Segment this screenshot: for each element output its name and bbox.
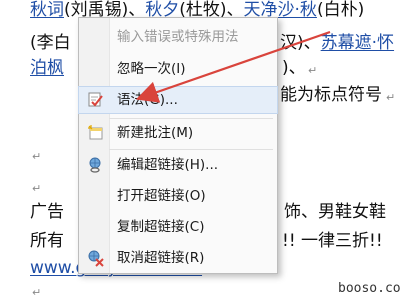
text-segment: 广告 bbox=[30, 202, 64, 222]
menu-separator bbox=[109, 118, 273, 119]
menu-item-ignore-once[interactable]: 忽略一次(I) bbox=[79, 56, 277, 82]
menu-item-remove-hyperlink[interactable]: 取消超链接(R) bbox=[79, 245, 277, 271]
doc-line-3-right: )、 bbox=[282, 58, 306, 78]
paragraph-mark: ↵ bbox=[32, 150, 42, 163]
hyperlink-qiuci[interactable]: 秋词 bbox=[30, 0, 64, 20]
menu-item-label: 取消超链接(R) bbox=[117, 250, 205, 266]
doc-line-6-right: !! 一律三折!! bbox=[282, 231, 383, 251]
menu-item-spelling-suggestion: 输入错误或特殊用法 bbox=[79, 24, 277, 50]
hyperlink-sumuzhe[interactable]: 苏幕遮·怀 bbox=[321, 33, 394, 53]
grammar-check-icon bbox=[87, 91, 105, 109]
paragraph-mark: ↵ bbox=[32, 182, 42, 195]
doc-line-5-right: 饰、男鞋女鞋 bbox=[284, 202, 386, 222]
menu-separator bbox=[109, 149, 273, 150]
doc-line-4-right: 能为标点符号 bbox=[280, 85, 382, 105]
menu-item-label: 输入错误或特殊用法 bbox=[117, 29, 239, 45]
doc-line-2: (李白 bbox=[30, 33, 71, 53]
hyperlink-bofeng[interactable]: 泊枫 bbox=[30, 58, 64, 78]
menu-item-copy-hyperlink[interactable]: 复制超链接(C) bbox=[79, 214, 277, 240]
doc-line-5: 广告 bbox=[30, 202, 64, 222]
doc-line-3: 泊枫 bbox=[30, 58, 64, 78]
menu-item-label: 语法(G)... bbox=[117, 92, 178, 108]
text-segment: 汉)、 bbox=[280, 33, 321, 53]
menu-item-grammar[interactable]: 语法(G)... bbox=[78, 86, 278, 114]
text-segment: )、 bbox=[282, 58, 306, 78]
text-segment: (白朴) bbox=[316, 0, 365, 20]
watermark: booso.com bbox=[338, 278, 400, 300]
doc-line-2-right: 汉)、苏幕遮·怀 bbox=[280, 33, 394, 53]
remove-hyperlink-icon bbox=[87, 249, 105, 267]
text-segment: !! 一律三折!! bbox=[282, 231, 383, 251]
menu-item-label: 编辑超链接(H)... bbox=[117, 157, 219, 173]
menu-item-label: 复制超链接(C) bbox=[117, 219, 205, 235]
text-segment: 所有 bbox=[30, 231, 64, 251]
text-segment: (李白 bbox=[30, 33, 71, 53]
text-segment: 饰、男鞋女鞋 bbox=[284, 202, 386, 222]
menu-item-label: 打开超链接(O) bbox=[117, 188, 206, 204]
menu-item-new-comment[interactable]: 新建批注(M) bbox=[79, 120, 277, 146]
paragraph-mark: ↵ bbox=[386, 91, 396, 104]
context-menu: 输入错误或特殊用法 忽略一次(I) 语法(G)... 新建批注(M) 编辑超链接… bbox=[78, 17, 278, 274]
menu-item-edit-hyperlink[interactable]: 编辑超链接(H)... bbox=[79, 152, 277, 178]
menu-item-label: 忽略一次(I) bbox=[117, 61, 186, 77]
menu-item-open-hyperlink[interactable]: 打开超链接(O) bbox=[79, 183, 277, 209]
paragraph-mark: ↵ bbox=[32, 286, 42, 299]
text-segment: 能为标点符号 bbox=[280, 85, 382, 105]
new-comment-icon bbox=[87, 124, 105, 142]
doc-line-6: 所有 bbox=[30, 231, 64, 251]
edit-hyperlink-icon bbox=[87, 156, 105, 174]
paragraph-mark: ↵ bbox=[308, 64, 318, 77]
menu-item-label: 新建批注(M) bbox=[117, 125, 194, 141]
